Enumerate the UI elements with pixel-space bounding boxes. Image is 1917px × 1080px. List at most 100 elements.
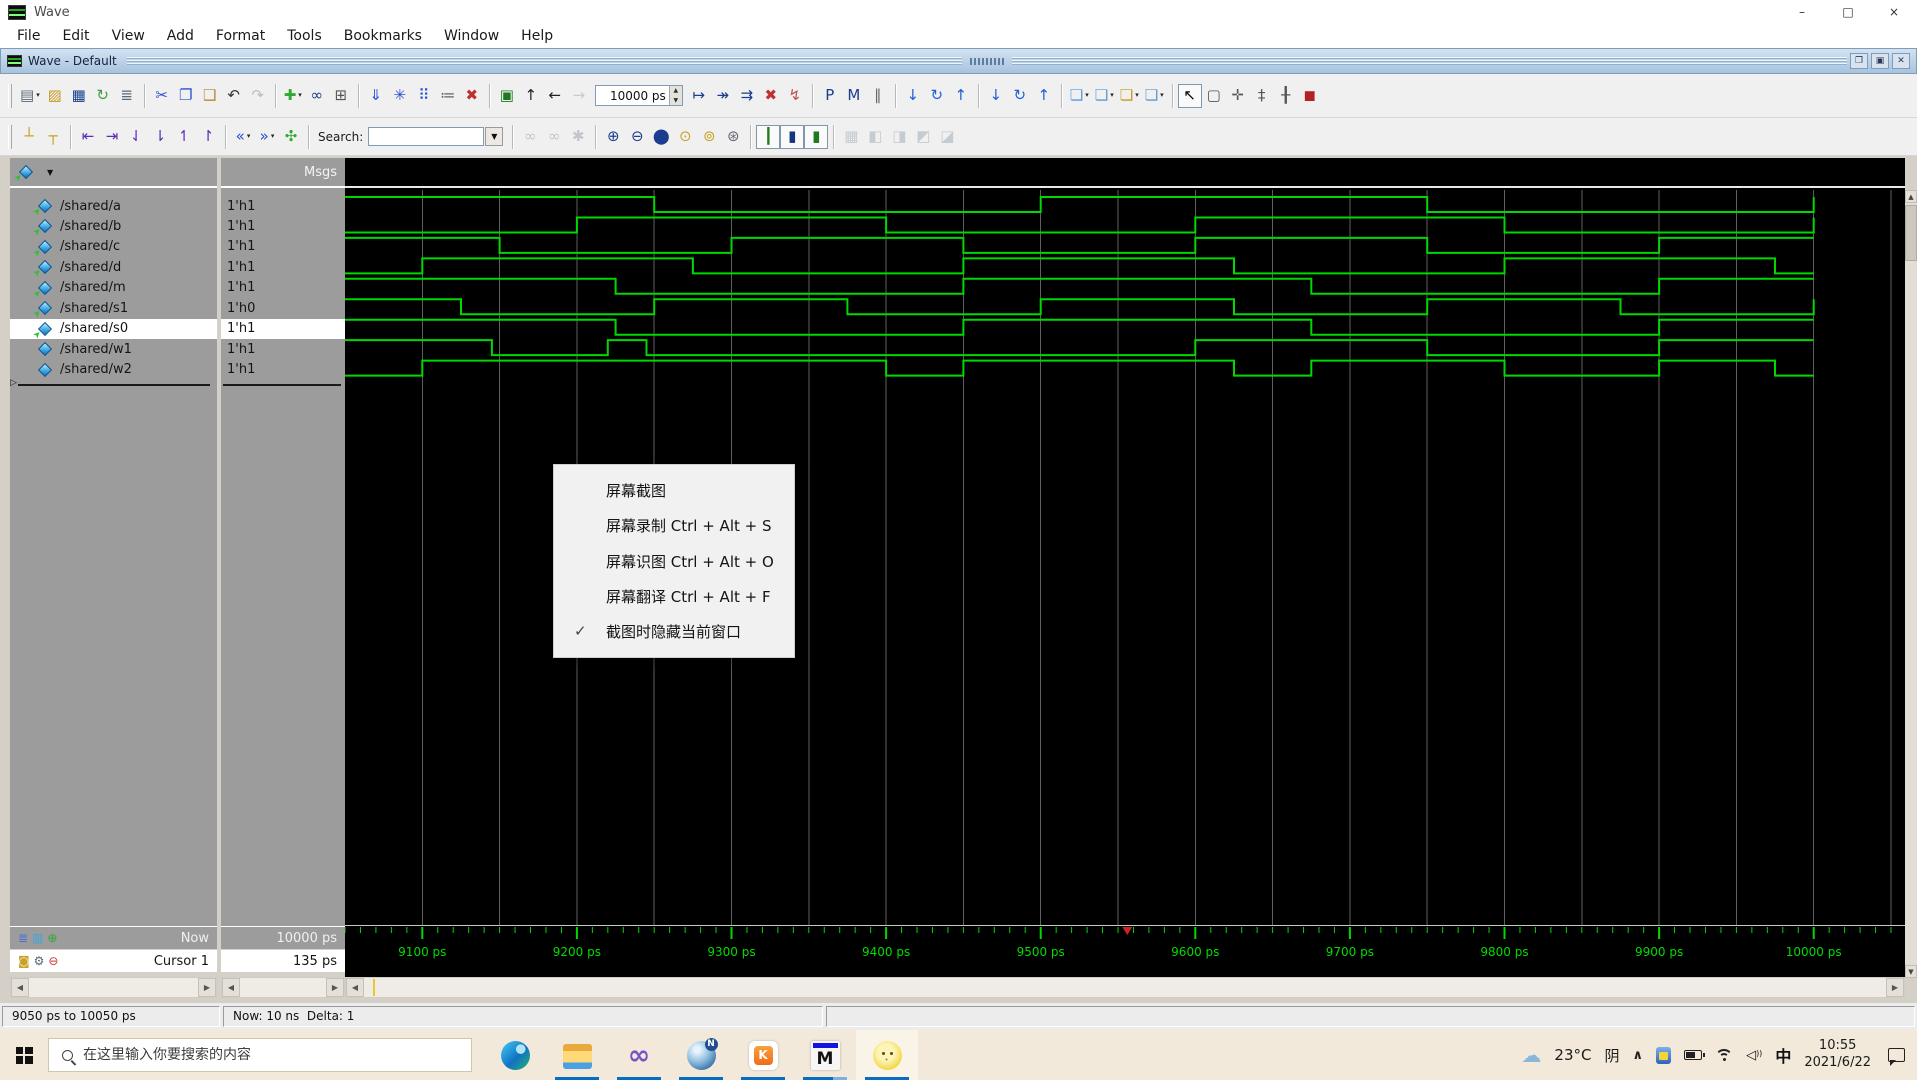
context-menu-item-2[interactable]: 屏幕录制 Ctrl + Alt + S bbox=[554, 508, 794, 543]
toggle-leaf-names-button[interactable]: ❏ ▾ bbox=[1067, 84, 1092, 108]
wave-panel-header[interactable]: Wave - Default ❐ ▣ ✕ bbox=[0, 48, 1917, 74]
prev-falling-edge-button[interactable]: ⇃ bbox=[124, 125, 148, 149]
context-menu-item-1[interactable]: 屏幕截图 bbox=[554, 473, 794, 508]
find-button[interactable]: ∞ bbox=[305, 84, 329, 108]
taskbar-app-edge[interactable] bbox=[484, 1030, 546, 1080]
redo-button[interactable]: ↷ bbox=[246, 84, 270, 108]
notification-center-icon[interactable] bbox=[1888, 1048, 1905, 1066]
signal-value-shared-w1[interactable]: 1'h1 bbox=[221, 339, 345, 359]
scroll-up-icon[interactable]: ▲ bbox=[1905, 190, 1917, 203]
scroll-right-icon[interactable]: ▶ bbox=[1886, 978, 1904, 997]
temperature-label[interactable]: 23°C bbox=[1554, 1046, 1591, 1064]
taskbar-search-input[interactable] bbox=[83, 1047, 471, 1063]
search-options-button[interactable]: ✱ bbox=[566, 125, 590, 149]
run-length-field[interactable]: 10000 ps ▲ ▼ bbox=[594, 85, 683, 106]
waveform-density-view-button[interactable]: ▮ bbox=[804, 124, 829, 149]
copy-button[interactable]: ❐ bbox=[174, 84, 198, 108]
signal-names-header[interactable]: ➤ ▼ bbox=[10, 158, 217, 188]
taskbar-search-box[interactable] bbox=[48, 1038, 472, 1072]
input-method-indicator[interactable]: 中 bbox=[1775, 1043, 1791, 1067]
log-signals-button[interactable]: ⇓ bbox=[364, 84, 388, 108]
memory-profile-button[interactable]: M bbox=[842, 84, 866, 108]
signal-row-shared-d[interactable]: ➤ /shared/d bbox=[10, 257, 217, 280]
delete-cursor-button[interactable]: ┬ bbox=[41, 125, 65, 149]
taskbar-app-file-explorer[interactable] bbox=[546, 1030, 608, 1080]
signal-row-shared-w2[interactable]: /shared/w2 bbox=[10, 360, 217, 380]
menu-tools[interactable]: Tools bbox=[276, 25, 333, 47]
chevron-down-icon[interactable]: ▾ bbox=[1160, 92, 1164, 99]
scroll-left-icon[interactable]: ◀ bbox=[11, 978, 29, 997]
tray-expand-icon[interactable]: ∧ bbox=[1633, 1048, 1644, 1063]
maximize-button[interactable]: □ bbox=[1825, 0, 1871, 24]
chevron-down-icon[interactable]: ▼ bbox=[47, 168, 53, 177]
chevron-down-icon[interactable]: ▾ bbox=[36, 92, 40, 99]
values-scrollbar[interactable]: ◀ ▶ bbox=[221, 977, 345, 998]
start-button[interactable] bbox=[0, 1030, 48, 1080]
zoom-mode-button[interactable]: ▢ bbox=[1202, 84, 1226, 108]
signal-row-shared-s1[interactable]: ➤ /shared/s1 bbox=[10, 298, 217, 321]
next-transition-button[interactable]: ⇥ bbox=[100, 125, 124, 149]
context-menu-item-5[interactable]: ✓ 截图时隐藏当前窗口 bbox=[554, 614, 794, 649]
break-button[interactable]: ✖ bbox=[759, 84, 783, 108]
open-file-button[interactable]: ▨ bbox=[43, 84, 67, 108]
virtual-signal-button[interactable]: ✳ bbox=[388, 84, 412, 108]
menu-bookmarks[interactable]: Bookmarks bbox=[333, 25, 433, 47]
chevron-down-icon[interactable]: ▾ bbox=[1110, 92, 1114, 99]
taskbar-clock[interactable]: 10:55 2021/6/22 bbox=[1804, 1038, 1871, 1072]
menu-format[interactable]: Format bbox=[205, 25, 276, 47]
insert-cursor-button[interactable]: ┴ bbox=[17, 125, 41, 149]
environment-forward-button[interactable]: → bbox=[567, 84, 591, 108]
undo-button[interactable]: ↶ bbox=[222, 84, 246, 108]
edge-tolerance-2-button[interactable]: ◨ bbox=[887, 125, 911, 149]
menu-view[interactable]: View bbox=[101, 25, 156, 47]
edge-tolerance-1-button[interactable]: ◧ bbox=[863, 125, 887, 149]
context-menu-item-3[interactable]: 屏幕识图 Ctrl + Alt + O bbox=[554, 543, 794, 578]
menu-help[interactable]: Help bbox=[510, 25, 564, 47]
add-cursor-icon[interactable]: ⊕ bbox=[47, 932, 57, 944]
exclude-icon[interactable]: ⊖ bbox=[48, 955, 58, 967]
wave-vertical-scrollbar[interactable]: ▲ ▼ bbox=[1905, 190, 1917, 978]
edge-tolerance-4-button[interactable]: ◪ bbox=[935, 125, 959, 149]
signal-row-shared-m[interactable]: ➤ /shared/m bbox=[10, 278, 217, 300]
taskbar-app-visual-studio[interactable]: ∞ bbox=[608, 1030, 670, 1080]
weather-label[interactable]: 阴 bbox=[1604, 1045, 1619, 1066]
run-continue-button[interactable]: ↠ bbox=[711, 84, 735, 108]
cursor-row-value[interactable]: 135 ps bbox=[221, 950, 345, 972]
scroll-right-icon[interactable]: ▶ bbox=[326, 978, 344, 997]
refresh-wave-button[interactable]: ↻ bbox=[1008, 84, 1032, 108]
chevron-down-icon[interactable]: ▾ bbox=[271, 133, 275, 140]
prev-rising-edge-button[interactable]: ↿ bbox=[172, 125, 196, 149]
scroll-first-button[interactable]: ↑ bbox=[949, 84, 973, 108]
signal-value-shared-d[interactable]: 1'h1 bbox=[221, 257, 345, 277]
security-tray-icon[interactable] bbox=[1656, 1046, 1672, 1064]
prev-transition-button[interactable]: ⇤ bbox=[76, 125, 100, 149]
wave-shared-a[interactable] bbox=[345, 196, 1815, 213]
reload-button[interactable]: ↻ bbox=[91, 84, 115, 108]
run-length-spinner[interactable]: ▲ ▼ bbox=[668, 86, 682, 105]
minimize-button[interactable]: – bbox=[1779, 0, 1825, 24]
wave-shared-s0[interactable] bbox=[345, 318, 1814, 336]
taskbar-app-spongebob-app[interactable] bbox=[856, 1030, 918, 1080]
restart-button[interactable]: ▣ bbox=[495, 84, 519, 108]
pan-mode-button[interactable]: ✛ bbox=[1226, 84, 1250, 108]
undock-button[interactable]: ❐ bbox=[1850, 53, 1868, 69]
close-button[interactable]: × bbox=[1871, 0, 1917, 24]
group-signals-button[interactable]: ❏ ▾ bbox=[1142, 84, 1167, 108]
search-input[interactable] bbox=[368, 127, 485, 146]
timeline-ruler[interactable]: 9100 ps 9200 ps 9300 ps 9400 ps 9500 ps 9600 … bbox=[345, 925, 1905, 978]
jump-down-button[interactable]: ↓ bbox=[984, 84, 1008, 108]
menu-file[interactable]: File bbox=[6, 25, 51, 47]
expand-all-button[interactable]: ✣ bbox=[279, 125, 303, 149]
environment-up-button[interactable]: ↑ bbox=[519, 84, 543, 108]
zoom-between-cursors-button[interactable]: ⊚ bbox=[697, 125, 721, 149]
names-scroll-track[interactable] bbox=[29, 978, 198, 997]
scroll-left-icon[interactable]: ◀ bbox=[346, 978, 364, 997]
select-wave-view-button[interactable]: ❏ ▾ bbox=[1092, 84, 1117, 108]
run-button[interactable]: ↦ bbox=[687, 84, 711, 108]
signal-value-shared-b[interactable]: 1'h1 bbox=[221, 216, 345, 236]
environment-back-button[interactable]: ← bbox=[543, 84, 567, 108]
search-reverse-button[interactable]: ∞ bbox=[518, 125, 542, 149]
panel-maximize-button[interactable]: ▣ bbox=[1871, 53, 1889, 69]
run-length-value[interactable]: 10000 ps bbox=[596, 86, 669, 105]
collapse-right-button[interactable]: » ▾ bbox=[255, 125, 279, 149]
